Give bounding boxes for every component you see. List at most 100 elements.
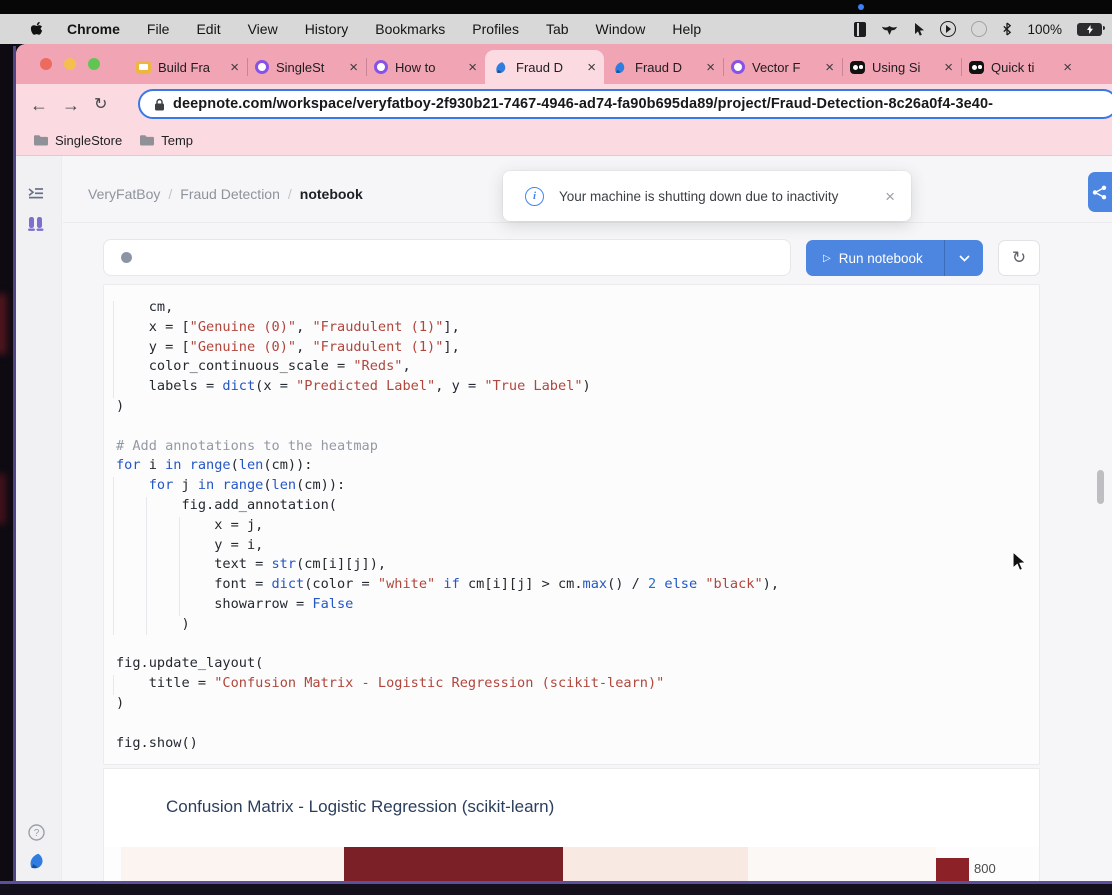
bookmark-label: SingleStore — [55, 133, 122, 148]
code-line: labels = dict(x = "Predicted Label", y =… — [116, 377, 779, 397]
play-circle-icon[interactable] — [940, 21, 956, 37]
deepnote-icon — [493, 59, 509, 75]
minimize-window-button[interactable] — [64, 58, 76, 70]
run-options-caret[interactable] — [944, 240, 983, 276]
bookmark-label: Temp — [161, 133, 193, 148]
deepnote-logo-icon[interactable] — [27, 851, 48, 871]
heatmap-cell-dark — [344, 847, 563, 881]
code-line: fig.update_layout( — [116, 654, 779, 674]
inactivity-toast: i Your machine is shutting down due to i… — [503, 171, 911, 221]
tab-close-icon[interactable]: × — [825, 60, 834, 75]
folder-icon — [139, 134, 155, 147]
close-window-button[interactable] — [40, 58, 52, 70]
tab-label: Using Si — [872, 60, 926, 75]
menu-tab[interactable]: Tab — [546, 21, 569, 37]
browser-tab-4[interactable]: Fraud D× — [604, 50, 723, 84]
chevron-down-icon — [959, 255, 970, 262]
bat-icon[interactable] — [881, 23, 898, 36]
code-line: y = i, — [116, 536, 779, 556]
tab-close-icon[interactable]: × — [230, 60, 239, 75]
tab-close-icon[interactable]: × — [706, 60, 715, 75]
apple-menu-icon[interactable] — [30, 21, 43, 37]
breadcrumb: VeryFatBoy/Fraud Detection/notebook — [88, 186, 363, 202]
url-bar[interactable]: deepnote.com/workspace/veryfatboy-2f930b… — [138, 89, 1112, 119]
tab-strip: Build Fra×SingleSt×How to×Fraud D×Fraud … — [16, 44, 1112, 84]
tab-close-icon[interactable]: × — [349, 60, 358, 75]
menu-profiles[interactable]: Profiles — [472, 21, 519, 37]
screen-mirroring-icon[interactable] — [971, 21, 987, 37]
menu-window[interactable]: Window — [596, 21, 646, 37]
desktop-bottom-edge — [0, 881, 1112, 895]
reload-icon[interactable]: ↻ — [94, 97, 107, 113]
code-line: x = j, — [116, 516, 779, 536]
window-controls — [40, 58, 100, 70]
collapsed-block[interactable] — [103, 239, 791, 276]
menu-history[interactable]: History — [305, 21, 349, 37]
breadcrumb-project[interactable]: Fraud Detection — [180, 186, 280, 202]
pointer-icon[interactable] — [913, 22, 925, 37]
breadcrumb-page: notebook — [300, 186, 363, 202]
forward-icon[interactable]: → — [62, 96, 80, 114]
code-line: for j in range(len(cm)): — [116, 476, 779, 496]
code-line — [116, 417, 779, 437]
menu-edit[interactable]: Edit — [196, 21, 220, 37]
bookmarks-bar: SingleStore Temp — [16, 125, 1112, 156]
url-text: deepnote.com/workspace/veryfatboy-2f930b… — [173, 96, 993, 112]
confusion-matrix-heatmap: 800 — [104, 847, 1039, 881]
run-notebook-main[interactable]: ▷ Run notebook — [806, 240, 944, 276]
mouse-cursor — [1012, 551, 1030, 578]
outline-toggle-icon[interactable] — [27, 186, 44, 200]
menu-help[interactable]: Help — [672, 21, 701, 37]
battery-icon[interactable] — [1077, 23, 1102, 36]
colorbar — [936, 858, 969, 881]
browser-tab-5[interactable]: Vector F× — [723, 50, 842, 84]
menu-file[interactable]: File — [147, 21, 170, 37]
tab-close-icon[interactable]: × — [944, 60, 953, 75]
back-icon[interactable]: ← — [30, 96, 48, 114]
integrations-icon[interactable] — [27, 216, 45, 232]
toast-close-icon[interactable]: × — [885, 188, 895, 205]
browser-toolbar: ← → ↻ deepnote.com/workspace/veryfatboy-… — [16, 84, 1112, 125]
tab-label: Build Fra — [158, 60, 212, 75]
tab-close-icon[interactable]: × — [1063, 60, 1072, 75]
browser-tab-2[interactable]: How to× — [366, 50, 485, 84]
menu-bookmarks[interactable]: Bookmarks — [375, 21, 445, 37]
heatmap-cell — [121, 847, 344, 881]
run-notebook-button[interactable]: ▷ Run notebook — [806, 240, 983, 276]
code-line: y = ["Genuine (0)", "Fraudulent (1)"], — [116, 338, 779, 358]
scrollbar-thumb[interactable] — [1097, 470, 1104, 504]
tab-close-icon[interactable]: × — [587, 60, 596, 75]
help-icon[interactable]: ? — [28, 824, 45, 841]
colorbar-tick-label: 800 — [974, 861, 996, 876]
bookmark-temp[interactable]: Temp — [139, 133, 193, 148]
bluetooth-icon[interactable] — [1002, 22, 1012, 36]
share-button[interactable] — [1088, 172, 1112, 212]
code-line: ) — [116, 694, 779, 714]
folder-icon — [33, 134, 49, 147]
code-line: x = ["Genuine (0)", "Fraudulent (1)"], — [116, 318, 779, 338]
menu-chrome[interactable]: Chrome — [67, 21, 120, 37]
zoom-window-button[interactable] — [88, 58, 100, 70]
browser-tab-6[interactable]: Using Si × — [842, 50, 961, 84]
breadcrumb-workspace[interactable]: VeryFatBoy — [88, 186, 160, 202]
browser-tab-3[interactable]: Fraud D × — [485, 50, 604, 84]
code-line: title = "Confusion Matrix - Logistic Reg… — [116, 674, 779, 694]
code-editor[interactable]: cm, x = ["Genuine (0)", "Fraudulent (1)"… — [103, 284, 1040, 765]
code-line: fig.show() — [116, 734, 779, 754]
battery-percentage: 100% — [1027, 22, 1062, 37]
tab-label: Fraud D — [516, 60, 570, 75]
browser-tab-0[interactable]: Build Fra × — [128, 50, 247, 84]
lock-icon[interactable] — [154, 98, 165, 111]
restart-machine-button[interactable]: ↻ — [998, 240, 1040, 276]
cell-output: Confusion Matrix - Logistic Regression (… — [103, 768, 1040, 881]
menu-view[interactable]: View — [248, 21, 278, 37]
browser-tab-7[interactable]: Quick ti× — [961, 50, 1080, 84]
code-line: showarrow = False — [116, 595, 779, 615]
code-line: for i in range(len(cm)): — [116, 456, 779, 476]
tab-close-icon[interactable]: × — [468, 60, 477, 75]
browser-tab-1[interactable]: SingleSt× — [247, 50, 366, 84]
menubar-status: 100% — [854, 21, 1102, 37]
bookmark-singlestore[interactable]: SingleStore — [33, 133, 122, 148]
book-icon[interactable] — [854, 22, 866, 37]
chart-title: Confusion Matrix - Logistic Regression (… — [166, 797, 554, 817]
